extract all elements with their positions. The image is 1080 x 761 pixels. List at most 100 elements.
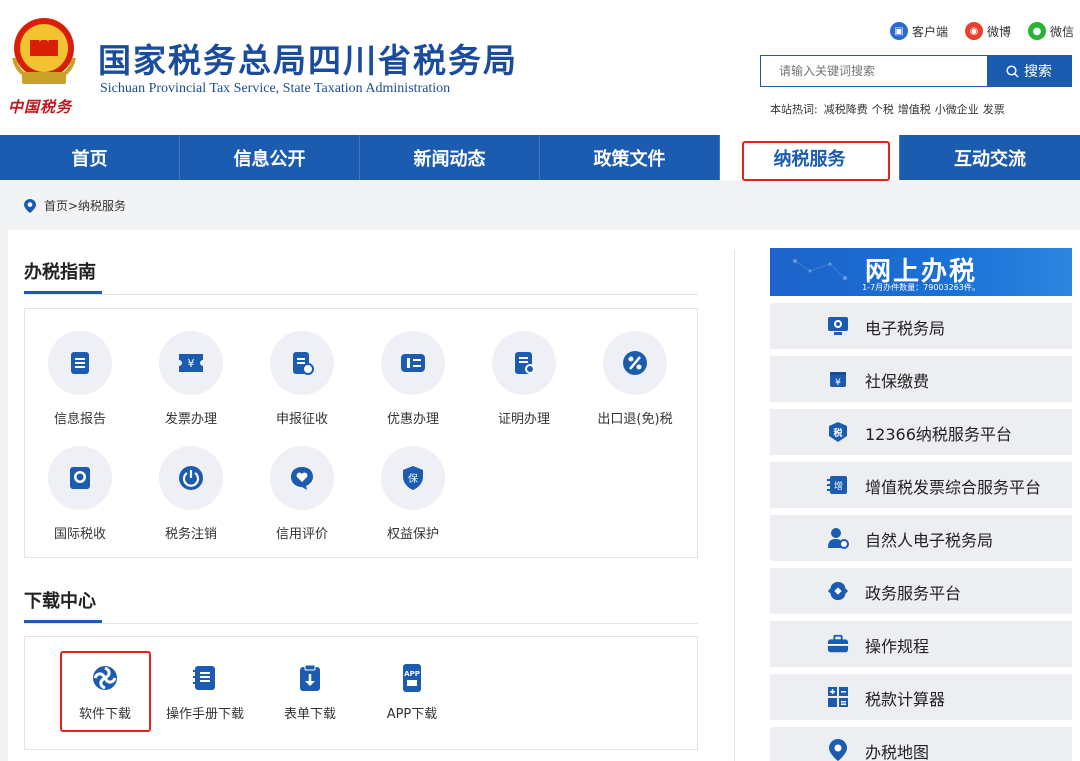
download-app[interactable]: APP APP下载 bbox=[367, 661, 457, 722]
site-header: 中国税务 国家税务总局四川省税务局 Sichuan Provincial Tax… bbox=[0, 0, 1080, 135]
certificate-icon bbox=[515, 352, 535, 374]
search-icon bbox=[1006, 64, 1019, 78]
guide-tile-declare[interactable]: 申报征收 bbox=[247, 331, 357, 427]
guide-tile-credit[interactable]: 信用评价 bbox=[247, 446, 357, 542]
client-icon: ▣ bbox=[890, 22, 908, 40]
main-nav: 首页 信息公开 新闻动态 政策文件 纳税服务 互动交流 bbox=[0, 135, 1080, 181]
column-divider bbox=[734, 250, 735, 761]
online-tax-banner[interactable]: 网上办税 1-7月办件数量：79003263件。 bbox=[770, 248, 1072, 296]
site-title: 国家税务总局四川省税务局 bbox=[98, 41, 518, 80]
map-pin-icon bbox=[829, 739, 847, 761]
guide-title-text: 办税指南 bbox=[24, 262, 96, 283]
guide-tile-label: 税务注销 bbox=[164, 527, 217, 542]
nav-info-disclosure[interactable]: 信息公开 bbox=[180, 135, 360, 180]
location-pin-icon bbox=[24, 198, 36, 213]
sidebar-item-label: 税款计算器 bbox=[865, 690, 946, 709]
download-manual[interactable]: 操作手册下载 bbox=[160, 661, 250, 722]
document-icon bbox=[71, 352, 89, 374]
manual-icon bbox=[193, 666, 215, 690]
sidebar-item-label: 社保缴费 bbox=[865, 372, 930, 391]
briefcase-icon bbox=[827, 634, 849, 653]
sidebar-item-label: 12366纳税服务平台 bbox=[865, 425, 1012, 444]
highlight-box bbox=[60, 651, 151, 732]
guide-tile-discount[interactable]: 优惠办理 bbox=[358, 331, 468, 427]
sidebar-item-label: 增值税发票综合服务平台 bbox=[865, 478, 1042, 497]
guide-tile-label: 发票办理 bbox=[164, 412, 217, 427]
sidebar-item-12366[interactable]: 税 12366纳税服务平台 bbox=[770, 409, 1072, 455]
breadcrumb-text[interactable]: 首页>纳税服务 bbox=[44, 197, 126, 214]
search-bar: 搜索 bbox=[760, 55, 1072, 87]
sidebar-item-procedures[interactable]: 操作规程 bbox=[770, 621, 1072, 667]
sidebar-item-vat-invoice[interactable]: 增 增值税发票综合服务平台 bbox=[770, 462, 1072, 508]
nav-tax-service[interactable]: 纳税服务 bbox=[720, 135, 900, 181]
nav-interaction[interactable]: 互动交流 bbox=[900, 135, 1080, 180]
guide-tile-international[interactable]: 国际税收 bbox=[25, 446, 135, 542]
search-button[interactable]: 搜索 bbox=[987, 56, 1071, 86]
hot-word-link[interactable]: 增值税 bbox=[898, 101, 931, 117]
guide-tile-label: 国际税收 bbox=[53, 527, 106, 542]
download-title-text: 下载中心 bbox=[24, 591, 96, 612]
guide-tile-export-refund[interactable]: 出口退(免)税 bbox=[580, 331, 690, 427]
sidebar-item-label: 办税地图 bbox=[865, 743, 930, 761]
svg-text:税: 税 bbox=[833, 427, 842, 439]
download-forms[interactable]: 表单下载 bbox=[265, 661, 355, 722]
wechat-icon: ● bbox=[1028, 22, 1046, 40]
banner-subtitle: 1-7月办件数量：79003263件。 bbox=[862, 283, 980, 292]
guide-tile-rights[interactable]: 保 权益保护 bbox=[358, 446, 468, 542]
nav-policy[interactable]: 政策文件 bbox=[540, 135, 720, 180]
wechat-link[interactable]: ● 微信 bbox=[1028, 22, 1074, 40]
sidebar-item-label: 操作规程 bbox=[865, 637, 930, 656]
sidebar-item-natural-person[interactable]: 自然人电子税务局 bbox=[770, 515, 1072, 561]
nav-news[interactable]: 新闻动态 bbox=[360, 135, 540, 180]
nav-home[interactable]: 首页 bbox=[0, 135, 180, 180]
wallet-icon: ¥ bbox=[830, 372, 846, 388]
section-divider bbox=[24, 623, 698, 624]
weibo-icon: ◉ bbox=[965, 22, 983, 40]
guide-tile-label: 信用评价 bbox=[275, 527, 328, 542]
hot-words: 本站热词: 减税降费 个税 增值税 小微企业 发票 bbox=[770, 101, 1005, 117]
national-emblem-icon bbox=[12, 18, 76, 85]
hot-words-label: 本站热词: bbox=[770, 103, 818, 116]
globe-icon bbox=[70, 467, 90, 489]
declare-icon bbox=[293, 352, 314, 375]
shield-icon: 保 bbox=[403, 466, 423, 490]
sidebar-item-label: 政务服务平台 bbox=[865, 584, 962, 603]
person-icon bbox=[828, 528, 849, 549]
search-input[interactable] bbox=[761, 56, 987, 86]
client-link[interactable]: ▣ 客户端 bbox=[890, 22, 948, 40]
sidebar-item-e-tax-bureau[interactable]: 电子税务局 bbox=[770, 303, 1072, 349]
guide-tile-deregistration[interactable]: 税务注销 bbox=[136, 446, 246, 542]
weibo-label: 微博 bbox=[987, 24, 1012, 39]
monitor-icon bbox=[828, 317, 848, 335]
sidebar-item-tax-map[interactable]: 办税地图 bbox=[770, 727, 1072, 761]
svg-text:¥: ¥ bbox=[835, 378, 841, 388]
calculator-icon bbox=[828, 687, 848, 707]
guide-tile-label: 申报征收 bbox=[275, 412, 328, 427]
highlight-box bbox=[742, 141, 890, 181]
hot-word-link[interactable]: 个税 bbox=[872, 101, 894, 117]
guide-tile-invoice[interactable]: ¥ 发票办理 bbox=[136, 331, 246, 427]
percent-icon bbox=[623, 351, 647, 375]
download-label: APP下载 bbox=[386, 707, 438, 722]
sidebar-item-calculator[interactable]: 税款计算器 bbox=[770, 674, 1072, 720]
sidebar-item-social-insurance[interactable]: ¥ 社保缴费 bbox=[770, 356, 1072, 402]
hot-word-link[interactable]: 小微企业 bbox=[935, 101, 979, 117]
site-subtitle: Sichuan Provincial Tax Service, State Ta… bbox=[100, 81, 451, 96]
guide-section-title: 办税指南 bbox=[24, 258, 102, 294]
seal-logo-text: 中国税务 bbox=[8, 98, 73, 116]
hot-word-link[interactable]: 发票 bbox=[983, 101, 1005, 117]
power-icon bbox=[179, 466, 203, 490]
section-divider bbox=[24, 294, 698, 295]
guide-tile-certificate[interactable]: 证明办理 bbox=[469, 331, 579, 427]
svg-text:保: 保 bbox=[408, 472, 418, 485]
hot-word-link[interactable]: 减税降费 bbox=[824, 101, 868, 117]
download-label: 操作手册下载 bbox=[165, 707, 244, 722]
gov-service-icon bbox=[827, 581, 849, 601]
sidebar-item-label: 自然人电子税务局 bbox=[865, 531, 994, 550]
guide-grid: 信息报告 ¥ 发票办理 申报征收 优惠办理 证明办理 出口退(免)税 国际税收 … bbox=[24, 308, 698, 558]
sidebar-item-gov-service[interactable]: 政务服务平台 bbox=[770, 568, 1072, 614]
guide-tile-info-report[interactable]: 信息报告 bbox=[25, 331, 135, 427]
guide-tile-label: 出口退(免)税 bbox=[597, 412, 673, 427]
client-label: 客户端 bbox=[912, 24, 949, 39]
weibo-link[interactable]: ◉ 微博 bbox=[965, 22, 1011, 40]
